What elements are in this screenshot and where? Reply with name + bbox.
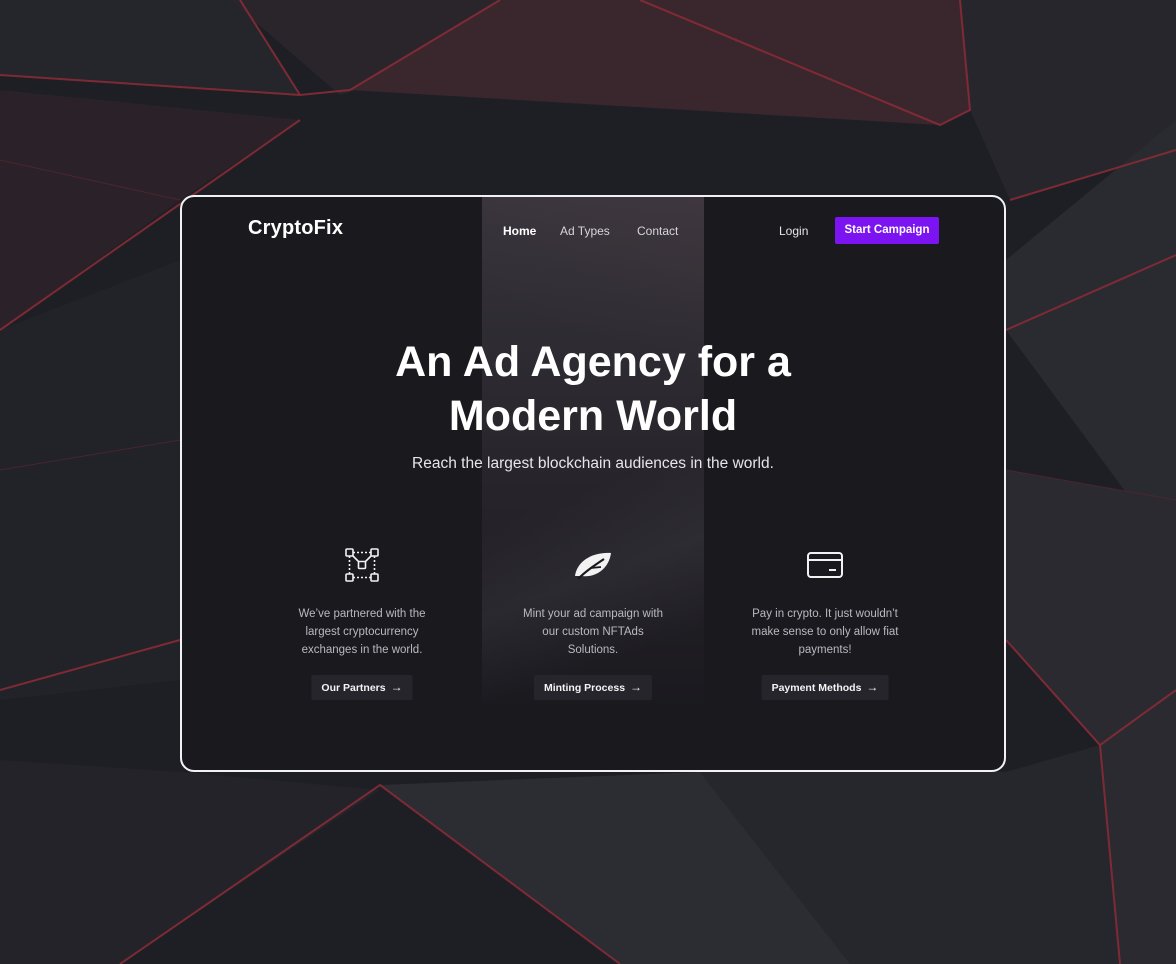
- feature-partners-line-2: largest cryptocurrency: [305, 626, 419, 638]
- payment-methods-label: Payment Methods: [771, 682, 862, 694]
- feature-minting-line-2: our custom NFTAds: [542, 626, 644, 638]
- feature-minting-line-3: Solutions.: [567, 644, 619, 656]
- nav-home[interactable]: Home: [503, 224, 536, 238]
- feature-payments-line-2: make sense to only allow fiat: [751, 626, 899, 638]
- feature-payments-line-3: payments!: [798, 644, 852, 656]
- nav-contact[interactable]: Contact: [637, 224, 678, 238]
- arrow-right-icon: →: [630, 680, 643, 694]
- feature-minting-description: Mint your ad campaign with our custom NF…: [482, 605, 704, 659]
- login-link[interactable]: Login: [779, 224, 808, 238]
- hero-subtitle: Reach the largest blockchain audiences i…: [412, 455, 774, 472]
- feature-partners-description: We’ve partnered with the largest cryptoc…: [251, 605, 473, 659]
- feature-partners-line-3: exchanges in the world.: [301, 644, 423, 656]
- leaf-icon: [575, 552, 611, 580]
- feature-payments-description: Pay in crypto. It just wouldn’t make sen…: [714, 605, 936, 659]
- payment-methods-button[interactable]: Payment Methods →: [761, 675, 889, 700]
- hero-title: An Ad Agency for a Modern World: [182, 335, 1004, 443]
- feature-partners-line-1: We’ve partnered with the: [298, 608, 426, 620]
- minting-process-label: Minting Process: [543, 682, 626, 694]
- arrow-right-icon: →: [390, 680, 403, 694]
- hero-title-line-1: An Ad Agency for a: [395, 338, 791, 386]
- start-campaign-button[interactable]: Start Campaign: [835, 217, 939, 244]
- credit-card-icon: [807, 552, 843, 578]
- network-nodes-icon: [345, 548, 379, 582]
- our-partners-label: Our Partners: [321, 682, 386, 694]
- our-partners-button[interactable]: Our Partners →: [311, 675, 413, 700]
- nav-ad-types[interactable]: Ad Types: [560, 224, 610, 238]
- feature-payments-line-1: Pay in crypto. It just wouldn’t: [752, 608, 898, 620]
- feature-minting-line-1: Mint your ad campaign with: [523, 608, 663, 620]
- brand-logo[interactable]: CryptoFix: [248, 217, 343, 240]
- arrow-right-icon: →: [866, 680, 879, 694]
- website-mockup: CryptoFix Home Ad Types Contact Login St…: [180, 195, 1006, 772]
- minting-process-button[interactable]: Minting Process →: [533, 675, 653, 700]
- hero-title-line-2: Modern World: [448, 392, 738, 440]
